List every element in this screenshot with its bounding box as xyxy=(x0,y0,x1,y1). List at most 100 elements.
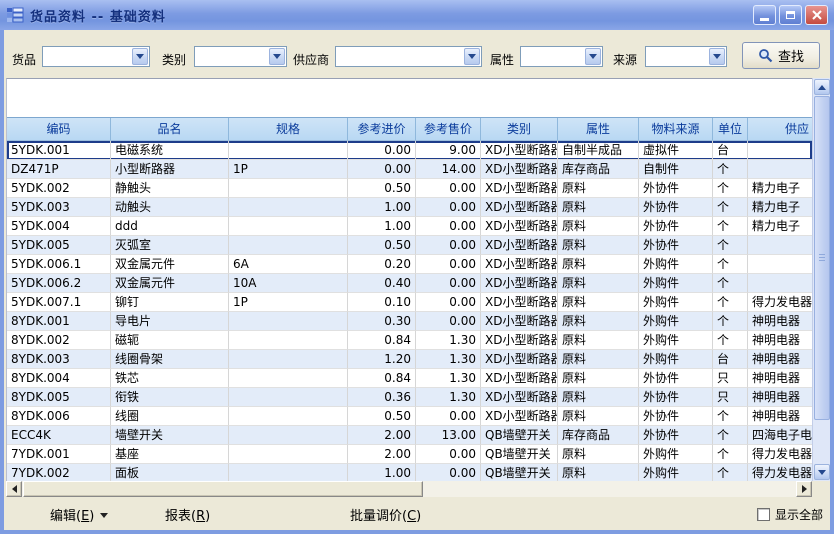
cell-spec xyxy=(229,350,348,369)
goods-filter-combobox[interactable] xyxy=(42,46,150,67)
cell-name: 铁芯 xyxy=(111,369,229,388)
table-row[interactable]: 5YDK.007.1铆钉1P0.100.00XD小型断路器原料外购件个得力发电器 xyxy=(7,293,812,312)
column-header-name[interactable]: 品名 xyxy=(111,118,229,140)
cell-source: 外协件 xyxy=(639,369,713,388)
table-row[interactable]: 8YDK.005衔铁0.361.30XD小型断路器原料外协件只神明电器 xyxy=(7,388,812,407)
table-row[interactable]: 5YDK.006.1双金属元件6A0.200.00XD小型断路器原料外购件个 xyxy=(7,255,812,274)
cell-category: XD小型断路器 xyxy=(481,312,558,331)
chevron-down-icon[interactable] xyxy=(585,48,601,65)
horizontal-scroll-thumb[interactable] xyxy=(23,481,423,497)
cell-buy_price: 1.00 xyxy=(348,198,416,217)
table-row[interactable]: 5YDK.004ddd1.000.00XD小型断路器原料外协件个精力电子 xyxy=(7,217,812,236)
cell-code: 8YDK.002 xyxy=(7,331,111,350)
column-header-sell_price[interactable]: 参考售价 xyxy=(416,118,481,140)
table-row[interactable]: 7YDK.002面板1.000.00QB墙壁开关原料外购件个得力发电器 xyxy=(7,464,812,481)
cell-name: 静触头 xyxy=(111,179,229,198)
close-button[interactable] xyxy=(805,5,828,25)
table-row[interactable]: 5YDK.001电磁系统0.009.00XD小型断路器自制半成品虚拟件台 xyxy=(7,141,812,160)
attribute-filter-combobox[interactable] xyxy=(520,46,603,67)
cell-attribute: 原料 xyxy=(558,179,639,198)
chevron-down-icon[interactable] xyxy=(709,48,725,65)
cell-attribute: 库存商品 xyxy=(558,160,639,179)
close-icon xyxy=(812,10,822,20)
column-header-spec[interactable]: 规格 xyxy=(229,118,348,140)
cell-unit: 台 xyxy=(713,141,748,160)
scroll-right-button[interactable] xyxy=(796,481,812,497)
cell-source: 外协件 xyxy=(639,198,713,217)
cell-buy_price: 0.00 xyxy=(348,160,416,179)
dropdown-arrow-icon xyxy=(100,513,108,518)
cell-name: 双金属元件 xyxy=(111,255,229,274)
cell-category: XD小型断路器 xyxy=(481,350,558,369)
cell-category: XD小型断路器 xyxy=(481,293,558,312)
show-all-checkbox[interactable]: 显示全部 xyxy=(757,506,823,523)
cell-source: 外购件 xyxy=(639,331,713,350)
cell-category: XD小型断路器 xyxy=(481,217,558,236)
vertical-scrollbar[interactable] xyxy=(812,78,830,481)
table-row[interactable]: 8YDK.006线圈0.500.00XD小型断路器原料外协件个神明电器 xyxy=(7,407,812,426)
vertical-scroll-thumb[interactable] xyxy=(814,96,830,420)
column-header-code[interactable]: 编码 xyxy=(7,118,111,140)
table-row[interactable]: 8YDK.004铁芯0.841.30XD小型断路器原料外协件只神明电器 xyxy=(7,369,812,388)
cell-category: XD小型断路器 xyxy=(481,407,558,426)
column-header-unit[interactable]: 单位 xyxy=(713,118,748,140)
column-header-attribute[interactable]: 属性 xyxy=(558,118,639,140)
find-button[interactable]: 查找 xyxy=(742,42,820,69)
cell-code: 5YDK.002 xyxy=(7,179,111,198)
cell-category: XD小型断路器 xyxy=(481,369,558,388)
horizontal-scrollbar[interactable] xyxy=(6,481,812,497)
cell-sell_price: 1.30 xyxy=(416,369,481,388)
scroll-down-button[interactable] xyxy=(814,464,830,480)
table-row[interactable]: 5YDK.003动触头1.000.00XD小型断路器原料外协件个精力电子 xyxy=(7,198,812,217)
column-header-source[interactable]: 物料来源 xyxy=(639,118,713,140)
cell-code: 8YDK.003 xyxy=(7,350,111,369)
search-icon xyxy=(758,48,773,63)
cell-source: 外协件 xyxy=(639,407,713,426)
cell-name: 线圈 xyxy=(111,407,229,426)
cell-code: 5YDK.003 xyxy=(7,198,111,217)
minimize-button[interactable] xyxy=(753,5,776,25)
chevron-down-icon[interactable] xyxy=(269,48,285,65)
table-row[interactable]: 8YDK.002磁轭0.841.30XD小型断路器原料外购件个神明电器 xyxy=(7,331,812,350)
minimize-icon xyxy=(760,18,769,21)
supplier-filter-combobox[interactable] xyxy=(335,46,482,67)
column-header-buy_price[interactable]: 参考进价 xyxy=(348,118,416,140)
titlebar[interactable]: 货品资料 -- 基础资料 xyxy=(0,0,834,30)
cell-name: ddd xyxy=(111,217,229,236)
table-row[interactable]: 5YDK.006.2双金属元件10A0.400.00XD小型断路器原料外购件个 xyxy=(7,274,812,293)
cell-unit: 只 xyxy=(713,388,748,407)
cell-name: 基座 xyxy=(111,445,229,464)
cell-unit: 只 xyxy=(713,369,748,388)
batch-reprice-button[interactable]: 批量调价(C) xyxy=(350,505,421,524)
cell-name: 铆钉 xyxy=(111,293,229,312)
table-row[interactable]: 5YDK.005灭弧室0.500.00XD小型断路器原料外协件个 xyxy=(7,236,812,255)
edit-menu-button[interactable]: 编辑(E) xyxy=(50,505,108,524)
table-row[interactable]: 5YDK.002静触头0.500.00XD小型断路器原料外协件个精力电子 xyxy=(7,179,812,198)
table-row[interactable]: 8YDK.001导电片0.300.00XD小型断路器原料外购件个神明电器 xyxy=(7,312,812,331)
cell-unit: 台 xyxy=(713,350,748,369)
table-row[interactable]: DZ471P小型断路器1P0.0014.00XD小型断路器库存商品自制件个 xyxy=(7,160,812,179)
scroll-up-button[interactable] xyxy=(814,79,830,95)
maximize-button[interactable] xyxy=(779,5,802,25)
column-header-category[interactable]: 类别 xyxy=(481,118,558,140)
chevron-down-icon[interactable] xyxy=(132,48,148,65)
source-filter-combobox[interactable] xyxy=(645,46,727,67)
footer-toolbar: 编辑(E) 报表(R) 批量调价(C) 显示全部 xyxy=(4,497,830,530)
cell-source: 外协件 xyxy=(639,217,713,236)
attribute-filter-label: 属性 xyxy=(490,51,514,68)
table-row[interactable]: ECC4K墙壁开关2.0013.00QB墙壁开关库存商品外协件个四海电子电 xyxy=(7,426,812,445)
column-header-supplier[interactable]: 供应 xyxy=(748,118,812,140)
cell-unit: 个 xyxy=(713,236,748,255)
cell-code: 8YDK.004 xyxy=(7,369,111,388)
table-row[interactable]: 8YDK.003线圈骨架1.201.30XD小型断路器原料外购件台神明电器 xyxy=(7,350,812,369)
cell-name: 磁轭 xyxy=(111,331,229,350)
scroll-left-button[interactable] xyxy=(6,481,22,497)
cell-supplier: 神明电器 xyxy=(748,350,812,369)
arrow-up-icon xyxy=(818,85,826,90)
grid-body: 5YDK.001电磁系统0.009.00XD小型断路器自制半成品虚拟件台DZ47… xyxy=(7,141,812,481)
cell-category: XD小型断路器 xyxy=(481,255,558,274)
category-filter-combobox[interactable] xyxy=(194,46,287,67)
report-button[interactable]: 报表(R) xyxy=(165,505,210,524)
chevron-down-icon[interactable] xyxy=(464,48,480,65)
table-row[interactable]: 7YDK.001基座2.000.00QB墙壁开关原料外购件个得力发电器 xyxy=(7,445,812,464)
